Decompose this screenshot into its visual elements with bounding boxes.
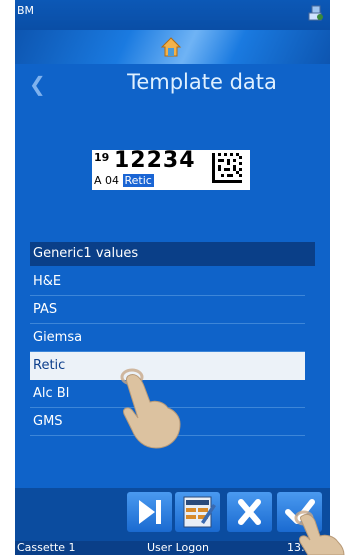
app-name: BM — [17, 4, 35, 17]
list-item[interactable]: PAS — [30, 296, 305, 324]
pointing-hand-icon — [294, 510, 345, 555]
label-preview: 19 12234 A 04 Retic — [92, 148, 250, 190]
top-bar — [15, 30, 330, 64]
home-icon[interactable] — [160, 36, 182, 58]
pointing-hand-icon — [120, 368, 181, 449]
device-screen: BM ❮ Template data 19 12234 A 04 Retic G… — [15, 0, 330, 555]
back-chevron-icon[interactable]: ❮ — [29, 72, 46, 96]
skip-forward-icon — [139, 500, 161, 524]
list-item[interactable]: Giemsa — [30, 324, 305, 352]
list-item[interactable]: H&E — [30, 268, 305, 296]
label-big-number: 12234 — [114, 148, 196, 173]
list-header: Generic1 values — [30, 242, 315, 266]
page-title: Template data — [127, 70, 277, 94]
skip-button[interactable] — [127, 492, 172, 532]
label-small-number: 19 — [94, 151, 110, 164]
label-second-line: A 04 Retic — [94, 174, 154, 187]
label-selected-field[interactable]: Retic — [122, 174, 154, 187]
cancel-button[interactable] — [227, 492, 272, 532]
close-icon — [238, 499, 261, 525]
label-prefix: A 04 — [94, 174, 123, 187]
edit-template-button[interactable] — [175, 492, 220, 532]
status-bar: BM — [15, 0, 330, 30]
title-row: ❮ Template data — [15, 68, 330, 104]
network-icon — [308, 5, 323, 21]
bottom-toolbar — [15, 488, 330, 543]
footer-cassette: Cassette 1 — [17, 541, 76, 554]
edit-template-icon — [183, 496, 216, 528]
datamatrix-code-icon — [212, 153, 242, 183]
footer-bar: Cassette 1 User Logon 13:49 — [15, 541, 330, 555]
footer-user-logon[interactable]: User Logon — [147, 541, 209, 554]
